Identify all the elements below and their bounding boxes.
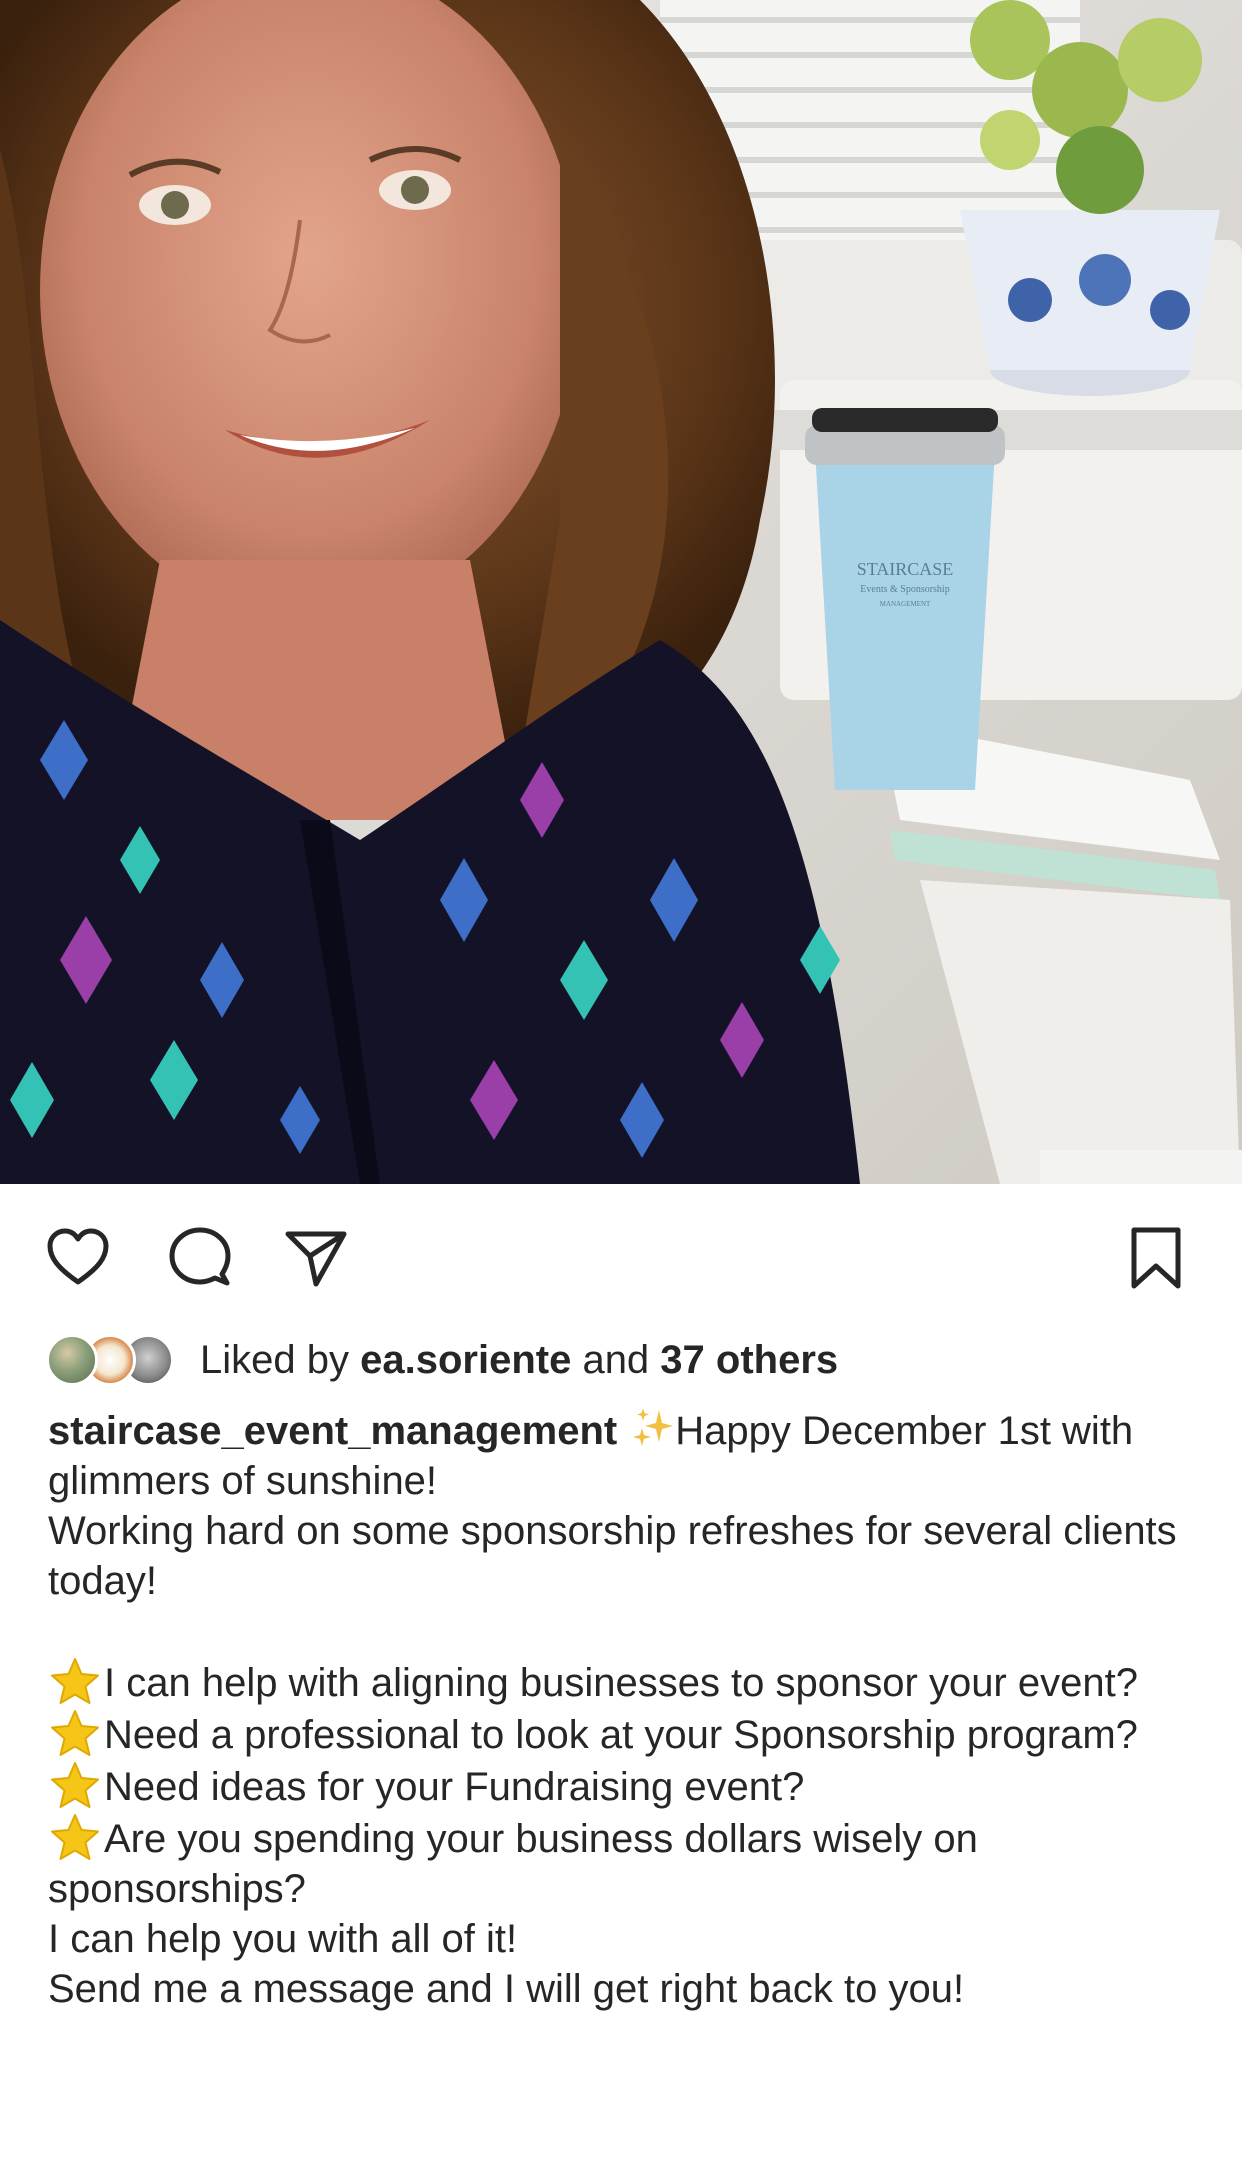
likes-summary: Liked by ea.soriente and 37 others: [200, 1334, 838, 1386]
likes-prefix: Liked by: [200, 1338, 361, 1382]
likes-row[interactable]: Liked by ea.soriente and 37 others: [46, 1330, 838, 1390]
tumbler: STAIRCASE Events & Sponsorship MANAGEMEN…: [805, 408, 1005, 790]
keyboard-edge: [1040, 1150, 1242, 1184]
caption-bullet: Need a professional to look at your Spon…: [48, 1708, 1208, 1760]
star-icon: [48, 1656, 102, 1706]
bullet-text: Need a professional to look at your Spon…: [104, 1713, 1138, 1757]
star-icon: [48, 1812, 102, 1862]
paper-plane-icon: [285, 1231, 347, 1287]
liker-avatars: [46, 1332, 182, 1388]
caption-username[interactable]: staircase_event_management: [48, 1409, 617, 1453]
tumbler-footer: MANAGEMENT: [880, 600, 931, 608]
star-icon: [48, 1760, 102, 1810]
liker-username[interactable]: ea.soriente: [360, 1338, 571, 1382]
caption-bullet: I can help with aligning businesses to s…: [48, 1656, 1208, 1708]
save-button[interactable]: [1120, 1222, 1192, 1294]
likes-others-count[interactable]: 37 others: [660, 1338, 838, 1382]
person: [0, 0, 860, 1184]
caption-closing: Send me a message and I will get right b…: [48, 1967, 965, 2011]
heart-icon: [47, 1228, 109, 1285]
share-button[interactable]: [280, 1222, 352, 1294]
caption-closing: I can help you with all of it!: [48, 1917, 518, 1961]
sparkles-icon: [631, 1406, 675, 1450]
bullet-text: Need ideas for your Fundraising event?: [104, 1765, 805, 1809]
caption-bullet: Are you spending your business dollars w…: [48, 1812, 1208, 1914]
bullet-text: Are you spending your business dollars w…: [48, 1817, 978, 1911]
caption-line: Working hard on some sponsorship refresh…: [48, 1509, 1177, 1603]
star-icon: [48, 1708, 102, 1758]
post-photo[interactable]: STAIRCASE Events & Sponsorship MANAGEMEN…: [0, 0, 1242, 1184]
like-button[interactable]: [42, 1222, 114, 1294]
comment-icon: [169, 1227, 231, 1286]
likes-middle: and: [571, 1338, 661, 1382]
tumbler-subline: Events & Sponsorship: [860, 584, 949, 595]
comment-button[interactable]: [164, 1222, 236, 1294]
tumbler-brand: STAIRCASE: [857, 559, 954, 579]
caption-bullet: Need ideas for your Fundraising event?: [48, 1760, 1208, 1812]
post-caption: staircase_event_management Happy December…: [48, 1406, 1208, 2014]
avatar: [46, 1334, 98, 1386]
bookmark-icon: [1131, 1227, 1181, 1289]
post-photo-illustration: STAIRCASE Events & Sponsorship MANAGEMEN…: [0, 0, 1242, 1184]
bullet-text: I can help with aligning businesses to s…: [104, 1661, 1138, 1705]
